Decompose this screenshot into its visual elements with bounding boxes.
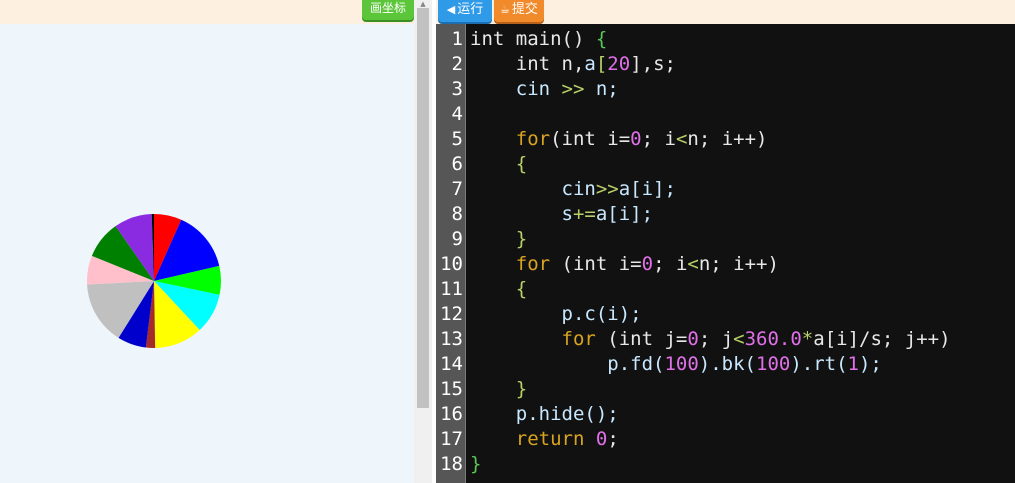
code-line[interactable]: int main() { <box>470 27 607 52</box>
submit-label: 提交 <box>511 2 538 17</box>
line-number: 14 <box>440 353 463 375</box>
code-line[interactable]: cin>>a[i]; <box>470 177 676 202</box>
scroll-thumb[interactable] <box>417 8 429 408</box>
line-number: 13 <box>440 328 463 350</box>
drawing-canvas <box>0 24 414 483</box>
code-line[interactable]: s+=a[i]; <box>470 202 654 227</box>
cup-icon: ☕ <box>500 3 510 16</box>
line-number: 4 <box>451 103 463 125</box>
pie-drawing <box>86 213 222 349</box>
line-number: 3 <box>451 78 463 100</box>
line-number: 15 <box>440 378 463 400</box>
code-line[interactable]: for(int i=0; i<n; i++) <box>470 127 768 152</box>
play-icon: ◀ <box>446 3 456 16</box>
code-line[interactable]: int n,a[20],s; <box>470 52 676 77</box>
line-number: 9 <box>451 228 463 250</box>
line-number-gutter: 1 2 3 4 5 6 7 8 9 10 11 12 13 14 15 16 17 18 <box>436 24 465 483</box>
code-line[interactable]: p.fd(100).bk(100).rt(1); <box>470 352 882 377</box>
code-line[interactable]: return 0; <box>470 427 619 452</box>
run-button[interactable]: ◀ 运行 <box>438 0 492 22</box>
scroll-up-arrow-icon[interactable]: ▲ <box>414 0 432 8</box>
run-label: 运行 <box>457 2 484 17</box>
draw-coordinates-label: 画坐标 <box>369 1 406 15</box>
line-number: 10 <box>440 253 463 275</box>
code-line[interactable]: cin >> n; <box>470 77 619 102</box>
line-number: 8 <box>451 203 463 225</box>
draw-coordinates-button[interactable]: 画坐标 <box>362 0 414 20</box>
line-number: 11 <box>440 278 463 300</box>
code-line[interactable]: { <box>470 277 527 302</box>
line-number: 2 <box>451 53 463 75</box>
line-number: 5 <box>451 128 463 150</box>
line-number: 6 <box>451 153 463 175</box>
code-editor[interactable]: 1 2 3 4 5 6 7 8 9 10 11 12 13 14 15 16 17 18 int main() {… <box>436 24 1015 483</box>
line-number: 12 <box>440 303 463 325</box>
code-line[interactable]: for (int i=0; i<n; i++) <box>470 252 779 277</box>
code-line[interactable]: p.hide(); <box>470 402 619 427</box>
line-number: 7 <box>451 178 463 200</box>
code-line[interactable]: } <box>470 377 527 402</box>
gutter-separator <box>465 24 466 483</box>
code-line[interactable]: } <box>470 452 481 477</box>
top-toolbar: 画坐标 ◀ 运行 ☕ 提交 <box>0 0 1015 24</box>
line-number: 16 <box>440 403 463 425</box>
line-number: 17 <box>440 428 463 450</box>
line-number: 18 <box>440 453 463 475</box>
code-line[interactable]: } <box>470 227 527 252</box>
code-line[interactable]: p.c(i); <box>470 302 642 327</box>
code-line[interactable]: { <box>470 152 527 177</box>
canvas-scrollbar[interactable]: ▲ <box>414 0 432 483</box>
submit-button[interactable]: ☕ 提交 <box>494 0 544 22</box>
line-number: 1 <box>451 28 463 50</box>
code-line[interactable]: for (int j=0; j<360.0*a[i]/s; j++) <box>470 327 951 352</box>
